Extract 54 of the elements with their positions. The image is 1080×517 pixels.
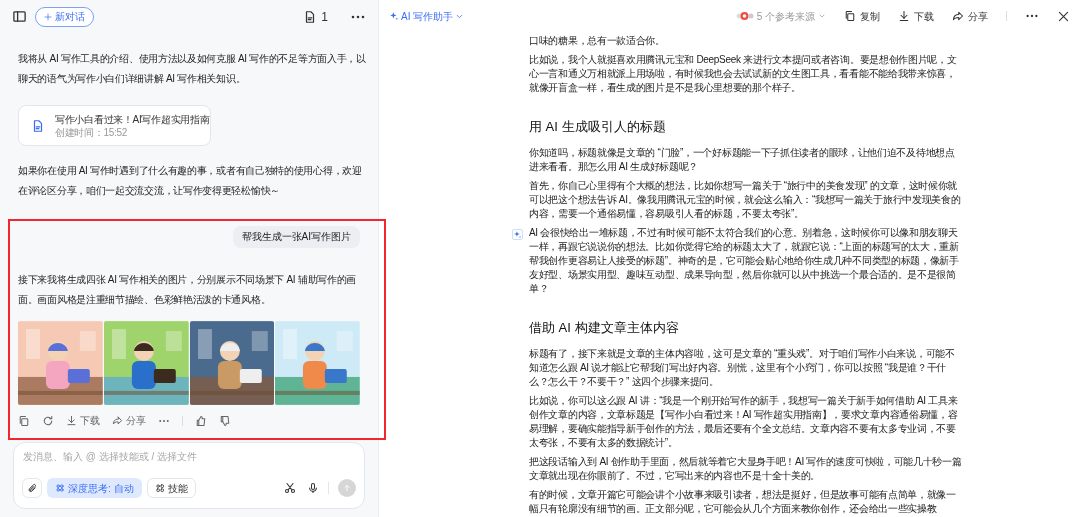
atom-icon: [55, 483, 65, 493]
attach-button[interactable]: [22, 478, 42, 498]
download-icon: [898, 10, 910, 22]
share-button[interactable]: 分享: [112, 413, 146, 428]
microphone-icon[interactable]: [307, 482, 319, 494]
message-text: 我将从 AI 写作工具的介绍、使用方法以及如何克服 AI 写作的不足等方面入手，以聊天的语气为写作小白们详细讲解 AI 写作相关知识。: [18, 52, 366, 86]
paragraph: 比如说，你可以这么跟 AI 讲：“我是一个刚开始写作的新手，我想写一篇关于新手如何借助 AI 工具来创作文章的内容，文章标题是【写作小白看过来！AI 写作超实用指南】，要求文章内容通俗易懂，容易理解，要确实能指导新手创作的方法，最后还要有个全文总结。文章内容不要有太多专业词，不要太夸张，不要有太多的数据统计”。: [529, 394, 959, 450]
paragraph: 有的时候，文章开篇它可能会讲个小故事来吸引读者，想法是挺好，但是故事可能有点简单，就像一幅只有轮廓没有细节的画。正文部分呢，它可能会从几个方面来教你创作，还会给出一些实操教: [529, 488, 957, 516]
share-button[interactable]: 分享: [952, 8, 988, 24]
scissors-icon[interactable]: [284, 482, 296, 494]
paragraph: 你知道吗，标题就像是文章的 “门脸”，一个好标题能一下子抓住读者的眼球，让他们迫不及待地想点进来看看。那怎么用 AI 生成好标题呢？: [529, 146, 956, 174]
share-icon: [112, 415, 123, 426]
copy-icon: [844, 10, 856, 22]
share-icon: [952, 10, 964, 22]
paragraph: 首先，你自己心里得有个大概的想法，比如你想写一篇关于 “旅行中的美食发现” 的文章，这时候你就可以把这个想法告诉 AI。像我用腾讯元宝的时候，就会这么输入：“我想写一篇关于旅行中发现美食的内容，需要一个通俗易懂，容易吸引人看的标题，不要太夸张”。: [529, 179, 962, 221]
grid-icon: [154, 483, 165, 493]
document-icon: [31, 118, 45, 133]
document-count-button[interactable]: 1: [303, 7, 328, 26]
download-icon: [66, 415, 77, 426]
thumbs-up-icon[interactable]: [195, 414, 207, 427]
placeholder-text: 发消息、输入 @ 选择技能或 / 选择文件: [22, 450, 199, 464]
source-logos-icon: [735, 11, 754, 21]
sparkle-icon[interactable]: [512, 229, 523, 240]
document-title: 写作小白看过来！AI写作超实用指南: [55, 112, 210, 127]
section-heading: 借助 AI 构建文章主体内容: [529, 319, 680, 337]
sidebar-icon[interactable]: [12, 9, 27, 24]
message-text: 如果你在使用 AI 写作时遇到了什么有趣的事，或者有自己独特的使用心得，欢迎在评论区分享，咱们一起交流交流，让写作变得更轻松愉快～: [18, 164, 363, 198]
copy-button[interactable]: 复制: [844, 8, 880, 24]
sparkle-icon: [389, 11, 399, 21]
close-icon[interactable]: [1057, 9, 1070, 23]
section-heading: 用 AI 生成吸引人的标题: [529, 118, 667, 136]
download-button[interactable]: 下载: [898, 8, 934, 24]
message-text: 接下来我将生成四张 AI 写作相关的图片，分别展示不同场景下 AI 辅助写作的画面。画面风格是注重细节描绘、色彩鲜艳活泼的卡通风格。: [18, 273, 357, 307]
paragraph: 标题有了，接下来就是文章的主体内容啦，这可是文章的 “重头戏”。对于咱们写作小白来说，可能不知道怎么跟 AI 说才能让它帮我们写出好内容。别慌，这里有个小窍门，你可以按照 “我是谁？干什么？怎么干？不要干？” 这四个步骤来提问。: [529, 347, 956, 389]
assistant-dropdown[interactable]: AI 写作助手: [389, 8, 465, 24]
paragraph: 把这段话输入到 AI 创作助手里面，然后就等着它大显身手吧！AI 写作的速度可快啦，可能几十秒一篇文章就出现在你眼前了。不过，它写出来的内容也不是十全十美的。: [529, 455, 962, 483]
new-chat-button[interactable]: 新对话: [35, 6, 94, 27]
paperclip-icon: [26, 482, 38, 494]
paragraph: 比如说，我个人就挺喜欢用腾讯元宝和 DeepSeek 来进行文本提问或者咨询。要是想创作图片呢，文心一言和通义万相就派上用场啦，有时候我也会去试试新的文生图工具，看看能不能给我带来惊喜，就像开盲盒一样，看生成的图片是不是我心里想要的那个样子。: [529, 53, 958, 95]
paragraph: AI 会很快给出一堆标题，不过有时候可能不太符合我们的心意。别着急，这时候你可以像和朋友聊天一样，再跟它说说你的想法。比如你觉得它给的标题太大了，就跟它说：“上面的标题写的太大，重新帮我创作更容易让人接受的标题”。神奇的是，它可能会贴心地给你生成几种不同类型的标题，像新手友好型、场景实用型、趣味互动型、成果导向型，然后你就可以从中挑选一个最合适的。是不是很简单？: [529, 226, 962, 296]
document-card[interactable]: 写作小白看过来！AI写作超实用指南 创建时间：15:52: [18, 105, 211, 146]
copy-icon[interactable]: [18, 414, 30, 427]
message-input[interactable]: 发消息、输入 @ 选择技能或 / 选择文件 深度思考: 自动 技能: [13, 442, 365, 509]
document-meta: 创建时间：15:52: [55, 126, 129, 139]
arrow-up-icon: [342, 483, 352, 493]
chevron-down-icon: [818, 12, 826, 20]
thumbs-down-icon[interactable]: [219, 414, 231, 427]
skills-button[interactable]: 技能: [146, 478, 196, 498]
deep-think-button[interactable]: 深度思考: 自动: [47, 478, 142, 498]
paragraph: 口味的糖果，总有一款适合你。: [529, 34, 666, 48]
refresh-icon[interactable]: [42, 414, 54, 427]
download-button[interactable]: 下载: [66, 413, 100, 428]
user-message: 帮我生成一张AI写作图片: [232, 226, 360, 248]
plus-icon: [44, 12, 52, 21]
